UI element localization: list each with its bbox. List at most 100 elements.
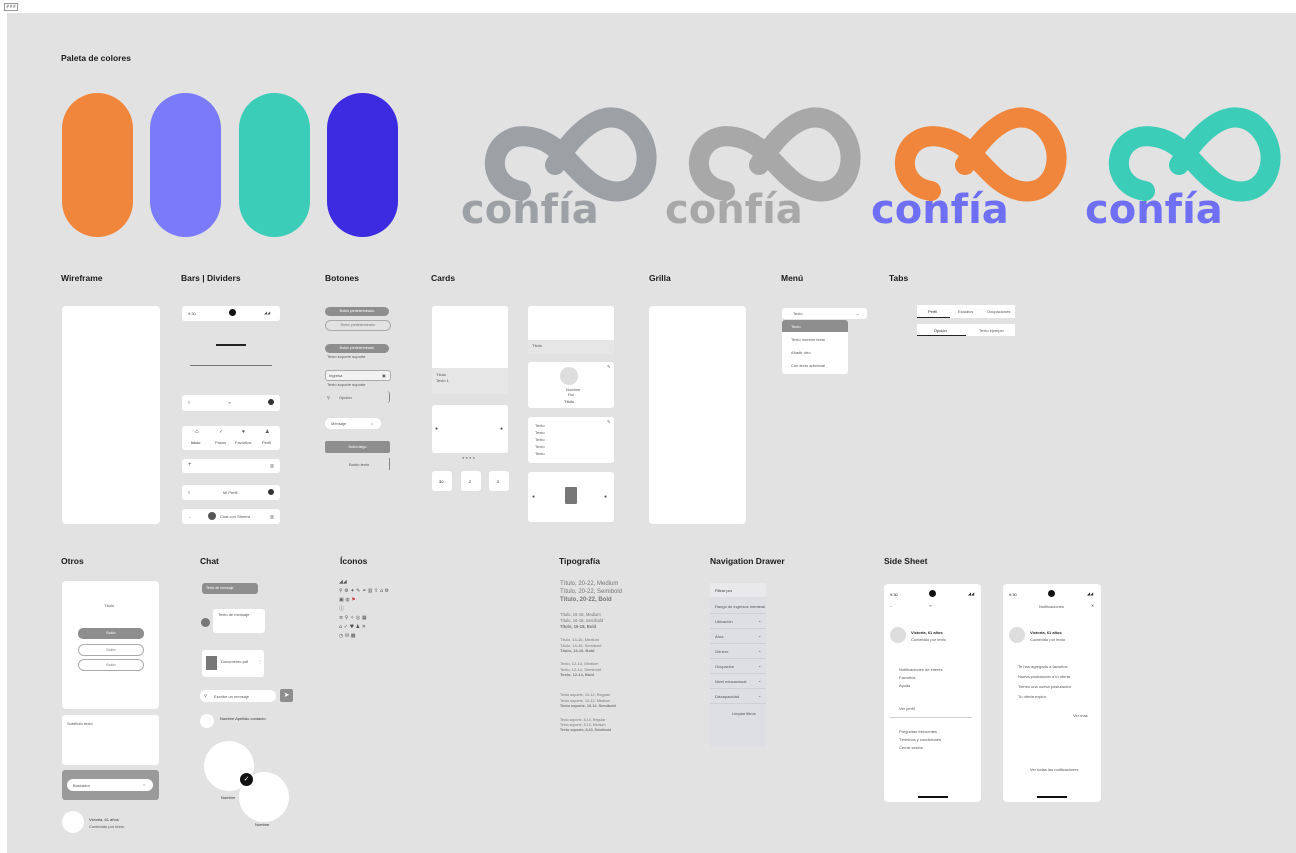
text-button[interactable]: Botón texto	[349, 462, 369, 467]
section-title-grid: Grilla	[649, 273, 671, 283]
user-icon[interactable]: ♟	[265, 429, 269, 435]
next-icon[interactable]: ●	[500, 426, 503, 432]
tab-option[interactable]: Opción	[934, 328, 947, 333]
notification-item[interactable]: Te han agregado a favoritos	[1018, 664, 1068, 669]
primary-button[interactable]: Botón predeterminado	[325, 307, 389, 316]
back-arrow-icon[interactable]: ←	[889, 603, 893, 608]
search-field[interactable]: Mensaje ○	[325, 418, 381, 429]
add-icon[interactable]: +	[188, 462, 192, 468]
chat-input-placeholder: Escribe un mensaje	[214, 694, 250, 699]
drawer-item[interactable]: Área ⌄	[710, 630, 766, 644]
menu-item[interactable]: Añadir otro	[791, 350, 811, 355]
tab-indicator	[917, 335, 966, 336]
menu-item[interactable]: Texto nombre texto	[791, 337, 825, 342]
drawer-item-label: Nivel educacional	[715, 679, 747, 684]
drawer-item[interactable]: Ubicación ⌄	[710, 615, 766, 629]
select-field[interactable]: ⚲ Opción	[325, 391, 390, 403]
menu-item[interactable]: Texto	[791, 324, 801, 329]
drawer-item[interactable]: Discapacidad ⌄	[710, 690, 766, 704]
drawer-item[interactable]: Ocupación ⌄	[710, 660, 766, 674]
next-icon[interactable]: ●	[604, 494, 607, 500]
check-icon[interactable]: ✓	[219, 429, 223, 435]
nav-item-home[interactable]: Inicio	[191, 440, 200, 445]
support-button[interactable]: Botón predeterminado	[325, 344, 389, 353]
clear-filters[interactable]: Limpiar filtros	[732, 711, 756, 716]
close-icon[interactable]: ✕	[1091, 603, 1094, 608]
sheet-item[interactable]: Favoritos	[899, 675, 915, 680]
status-bar: 9:30 ◢◢	[182, 306, 280, 321]
edit-icon: ✎	[356, 588, 361, 594]
card-title: Título	[436, 372, 447, 377]
home-icon[interactable]: ⌂	[195, 429, 199, 435]
card-document[interactable]: ● ●	[528, 472, 614, 522]
sheet-item[interactable]: Notificaciones de interés	[899, 667, 943, 672]
see-all-notifications[interactable]: Ver todas las notificaciones	[1030, 767, 1078, 772]
mini-card-value: 2	[469, 479, 472, 484]
menu-icon[interactable]: ≡	[188, 400, 190, 405]
nav-item-steps[interactable]: Pasos	[215, 440, 226, 445]
mini-card-1[interactable]: 30	[432, 471, 452, 491]
outlined-button[interactable]: Botón predeterminado	[325, 320, 391, 331]
card-list[interactable]: ✎ Texto Texto Texto Texto Texto	[528, 417, 614, 463]
section-title-menu: Menú	[781, 273, 804, 283]
profile-avatar	[560, 367, 578, 385]
search-input[interactable]: Buscador ○	[67, 779, 153, 791]
frame-badge: ###	[4, 3, 18, 11]
text-area[interactable]: Subtítulo texto	[62, 715, 159, 765]
typography-sample: Título, 16-18, Medium	[560, 612, 601, 617]
card-media[interactable]: Título	[528, 306, 614, 354]
full-width-button[interactable]: Botón largo	[325, 441, 390, 453]
notification-item[interactable]: Tienes una nueva postulación	[1018, 684, 1071, 689]
sheet-item[interactable]: Preguntas frecuentes	[899, 729, 937, 734]
menu-dropdown[interactable]: Texto ⌄	[782, 308, 867, 319]
trash-icon[interactable]: ▥	[270, 463, 274, 468]
trash-icon[interactable]: ▥	[270, 514, 274, 519]
prev-icon[interactable]: ●	[435, 426, 438, 432]
see-more-link[interactable]: Ver más	[1073, 713, 1088, 718]
card-large[interactable]: Título Texto 1	[432, 306, 508, 394]
prev-icon[interactable]: ●	[532, 494, 535, 500]
drawer-item[interactable]: Rango de ingresos mensual ⌄	[710, 600, 766, 614]
card-profile[interactable]: Nombre Rol Título ✎	[528, 362, 614, 408]
heart-icon[interactable]: ♥	[242, 429, 245, 435]
dialog-button-secondary[interactable]: Botón	[78, 644, 144, 656]
tab-occupations[interactable]: Ocupaciones	[987, 309, 1010, 314]
notification-item[interactable]: Nueva postulación a tu oferta	[1018, 674, 1070, 679]
sheet-link[interactable]: Ver perfil	[899, 706, 915, 711]
chat-file-attachment[interactable]: Documento.pdf ⋮	[202, 650, 264, 677]
attach-icon[interactable]: ⚲	[204, 693, 207, 698]
document-icon	[565, 487, 577, 504]
link-icon: ⚭	[361, 588, 367, 594]
edit-icon[interactable]: ✎	[607, 419, 610, 424]
text-input[interactable]: Ingresa ▣	[325, 370, 391, 381]
dialog-button-tertiary[interactable]: Botón	[78, 659, 144, 671]
nav-item-favorites[interactable]: Favoritos	[235, 440, 251, 445]
home-indicator	[1037, 796, 1067, 798]
card-carousel[interactable]: ● ●	[432, 405, 508, 453]
tab-studies[interactable]: Estudios	[958, 309, 973, 314]
drawer-item[interactable]: Nivel educacional ⌄	[710, 675, 766, 689]
more-icon[interactable]: ⋮	[258, 659, 262, 664]
menu-item[interactable]: Con texto adicional	[791, 363, 825, 368]
mini-card-2[interactable]: 2	[461, 471, 481, 491]
menu-icon[interactable]: ≡	[188, 490, 190, 495]
text-area-label: Subtítulo texto	[67, 721, 93, 726]
chat-input[interactable]: ⚲ Escribe un mensaje	[200, 690, 276, 702]
sheet-item[interactable]: Términos y condiciones	[899, 737, 941, 742]
notification-item[interactable]: Tu oferta expira	[1018, 694, 1046, 699]
mini-card-3[interactable]: 2	[489, 471, 509, 491]
back-arrow-icon[interactable]: ←	[188, 514, 192, 519]
sheet-item[interactable]: Cerrar sesión	[899, 745, 923, 750]
target-icon: ◎	[355, 615, 361, 621]
avatar-icon[interactable]	[268, 399, 274, 405]
avatar-icon[interactable]	[268, 489, 274, 495]
edit-icon[interactable]: ✎	[607, 364, 610, 369]
nav-item-profile[interactable]: Perfil	[262, 440, 271, 445]
tab-profile[interactable]: Perfil	[928, 309, 937, 314]
dialog-button-primary[interactable]: Botón	[78, 628, 144, 639]
tab-example[interactable]: Texto ejemplo	[979, 328, 1004, 333]
pagination-dots[interactable]: ● ● ● ●	[462, 455, 475, 460]
sheet-item[interactable]: Ayuda	[899, 683, 910, 688]
drawer-item[interactable]: Género ⌄	[710, 645, 766, 659]
send-icon[interactable]: ➤	[280, 689, 293, 702]
